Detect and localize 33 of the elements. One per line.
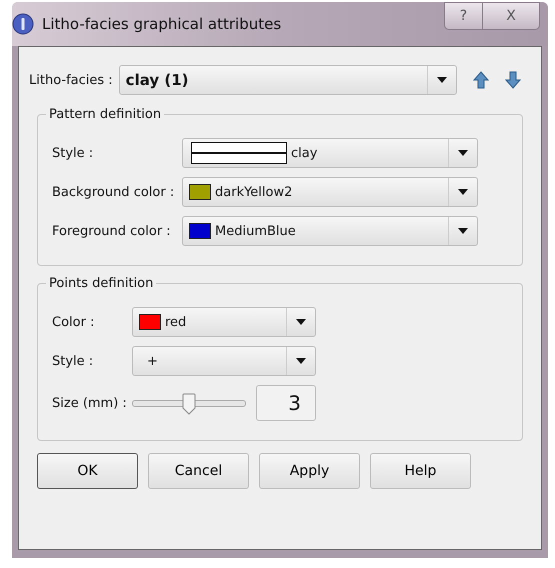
size-field[interactable]: 3 bbox=[256, 385, 316, 421]
dialog-button[interactable]: Cancel bbox=[148, 453, 249, 489]
dialog-button[interactable]: OK bbox=[37, 453, 138, 489]
dropdown-arrow-icon bbox=[458, 150, 468, 156]
group-title: Points definition bbox=[48, 276, 154, 291]
info-icon bbox=[12, 13, 34, 35]
dropdown-arrow-icon bbox=[458, 228, 468, 234]
dialog-button[interactable]: Help bbox=[370, 453, 471, 489]
field-label: Style : bbox=[52, 146, 94, 160]
field-label: Foreground color : bbox=[52, 224, 172, 238]
dialog-button[interactable]: Apply bbox=[259, 453, 360, 489]
dropdown-arrow-icon bbox=[296, 358, 306, 364]
help-button[interactable]: ? bbox=[444, 2, 482, 30]
dropdown[interactable]: red bbox=[132, 307, 316, 337]
slider-handle[interactable] bbox=[182, 392, 196, 414]
dropdown[interactable]: MediumBlue bbox=[182, 216, 478, 246]
close-button[interactable]: X bbox=[482, 2, 540, 30]
field-label: Size (mm) : bbox=[52, 396, 128, 410]
dropdown-arrow-icon bbox=[296, 319, 306, 325]
facies-dropdown[interactable]: clay (1) bbox=[118, 65, 457, 95]
field-label: Style : bbox=[52, 354, 94, 368]
down-arrow-icon[interactable] bbox=[504, 71, 521, 89]
window-title: Litho-facies graphical attributes bbox=[42, 15, 282, 33]
dropdown[interactable]: + bbox=[132, 346, 316, 376]
field-label: Background color : bbox=[52, 184, 176, 200]
dropdown-arrow-icon bbox=[436, 77, 447, 83]
dropdown[interactable]: darkYellow2 bbox=[182, 177, 478, 207]
group-title: Pattern definition bbox=[48, 107, 162, 122]
up-arrow-icon[interactable] bbox=[472, 71, 489, 89]
dropdown[interactable]: clay bbox=[182, 138, 478, 168]
field-label: Litho-facies : bbox=[29, 72, 113, 88]
field-label: Color : bbox=[52, 314, 96, 330]
dropdown-arrow-icon bbox=[458, 189, 468, 195]
